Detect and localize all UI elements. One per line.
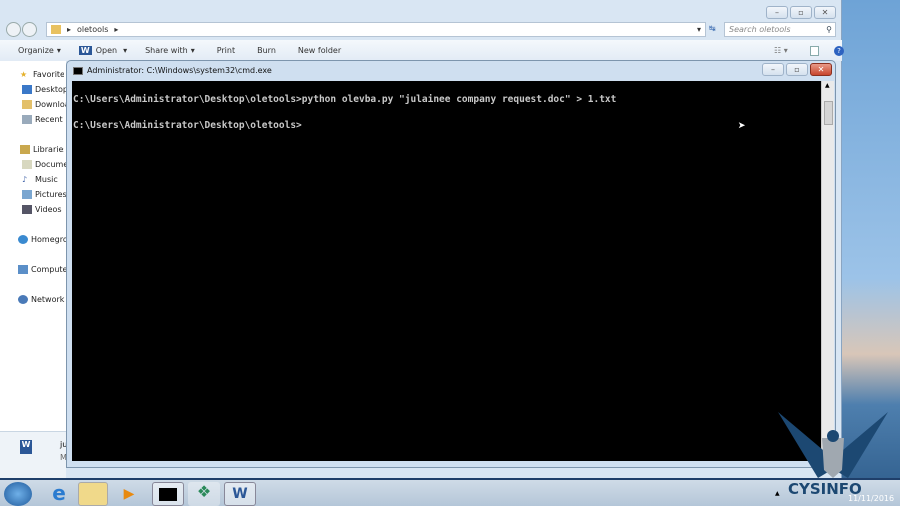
organize-button[interactable]: Organize: [18, 46, 54, 55]
python-tool-icon[interactable]: ❖: [188, 482, 220, 506]
desktop-icon: [22, 85, 32, 94]
sidebar-item-desktop[interactable]: Desktop: [22, 85, 66, 94]
cmd-scrollbar[interactable]: ▲: [821, 81, 834, 461]
preview-pane-icon[interactable]: [810, 45, 819, 56]
sidebar-item-videos[interactable]: Videos: [22, 205, 66, 214]
documents-icon: [22, 160, 32, 169]
sidebar-item-recent[interactable]: Recent Places: [22, 115, 66, 124]
scroll-thumb[interactable]: [824, 101, 833, 125]
taskbar-word-icon[interactable]: W: [224, 482, 256, 506]
cmd-maximize-button[interactable]: ▫: [786, 63, 808, 76]
internet-explorer-icon[interactable]: e: [44, 482, 74, 506]
breadcrumb-oletools[interactable]: oletools: [77, 25, 108, 34]
navigation-pane: ★ Favorites Desktop Downloads Recent Plac…: [0, 61, 66, 431]
sidebar-label: Videos: [35, 205, 62, 214]
clock-date[interactable]: 11/11/2016: [848, 494, 894, 503]
sidebar-item-homegroup[interactable]: Homegroup: [18, 235, 66, 244]
maximize-button[interactable]: ▫: [790, 6, 812, 19]
open-button[interactable]: Open: [96, 46, 117, 55]
sidebar-item-favorites[interactable]: ★ Favorites: [20, 70, 64, 79]
print-button[interactable]: Print: [217, 46, 235, 55]
sidebar-label: Documents: [35, 160, 66, 169]
address-bar[interactable]: ▸ oletools ▸ ▾: [46, 22, 706, 37]
console-output[interactable]: C:\Users\Administrator\Desktop\oletools>…: [72, 81, 821, 461]
network-icon: [18, 295, 28, 304]
refresh-icon[interactable]: ↹: [709, 24, 716, 33]
pictures-icon: [22, 190, 32, 199]
minimize-button[interactable]: –: [766, 6, 788, 19]
nav-buttons: [6, 22, 37, 37]
cmd-titlebar[interactable]: Administrator: C:\Windows\system32\cmd.e…: [73, 66, 272, 75]
word-document-icon: W: [20, 440, 32, 454]
show-hidden-icons[interactable]: ▲: [775, 490, 780, 497]
homegroup-icon: [18, 235, 28, 244]
scroll-up-icon[interactable]: ▲: [825, 82, 830, 89]
star-icon: ★: [20, 70, 28, 79]
videos-icon: [22, 205, 32, 214]
libraries-icon: [20, 145, 30, 154]
sidebar-label: Recent Places: [35, 115, 66, 124]
sidebar-label: Pictures: [35, 190, 66, 199]
sidebar-item-computer[interactable]: Computer: [18, 265, 66, 274]
media-player-icon[interactable]: ▶: [114, 482, 144, 506]
sidebar-item-music[interactable]: ♪ Music: [22, 175, 66, 184]
sidebar-item-documents[interactable]: Documents: [22, 160, 66, 169]
cmd-window: Administrator: C:\Windows\system32\cmd.e…: [66, 60, 836, 468]
console-prompt: C:\Users\Administrator\Desktop\oletools>: [73, 120, 302, 131]
cmd-minimize-button[interactable]: –: [762, 63, 784, 76]
downloads-icon: [22, 100, 32, 109]
cysinfo-eagle-logo: [778, 412, 888, 478]
sidebar-label: Network: [31, 295, 65, 304]
details-pane: W ju M: [0, 431, 67, 478]
sidebar-label: Homegroup: [31, 235, 66, 244]
sidebar-item-libraries[interactable]: Libraries: [20, 145, 64, 154]
cmd-icon: [73, 66, 83, 75]
search-input[interactable]: Search oletools ⚲: [724, 22, 836, 37]
start-button[interactable]: [4, 482, 32, 506]
sidebar-label: Music: [35, 175, 58, 184]
sidebar-label: Favorites: [33, 70, 64, 79]
new-folder-button[interactable]: New folder: [298, 46, 341, 55]
music-icon: ♪: [22, 175, 28, 184]
mouse-cursor-icon: ➤: [738, 119, 746, 134]
search-placeholder: Search oletools: [729, 25, 791, 34]
taskbar-cmd-icon[interactable]: [152, 482, 184, 506]
command-bar: Organize ▾ W Open ▾ Share with ▾ Print Burn…: [0, 40, 844, 61]
sidebar-label: Desktop: [35, 85, 66, 94]
sidebar-label: Computer: [31, 265, 66, 274]
chevron-right-icon: ▸: [114, 25, 119, 34]
console-line: C:\Users\Administrator\Desktop\oletools>…: [73, 94, 617, 105]
sidebar-label: Libraries: [33, 145, 64, 154]
search-icon: ⚲: [826, 25, 832, 34]
sidebar-label: Downloads: [35, 100, 66, 109]
word-icon: W: [78, 46, 92, 55]
cmd-close-button[interactable]: ✕: [810, 63, 832, 76]
dropdown-icon[interactable]: ▾: [697, 25, 701, 34]
help-icon[interactable]: ?: [834, 45, 844, 56]
sidebar-item-downloads[interactable]: Downloads: [22, 100, 66, 109]
computer-icon: [18, 265, 28, 274]
share-with-button[interactable]: Share with: [145, 46, 188, 55]
close-button[interactable]: ✕: [814, 6, 836, 19]
forward-button[interactable]: [22, 22, 37, 37]
recent-icon: [22, 115, 32, 124]
folder-icon: [51, 25, 61, 34]
taskbar: e ▶ ❖ W ▲: [0, 478, 900, 506]
sidebar-item-network[interactable]: Network: [18, 295, 66, 304]
view-options-icon[interactable]: ☷ ▾: [774, 46, 788, 55]
back-button[interactable]: [6, 22, 21, 37]
explorer-window-controls: – ▫ ✕: [766, 6, 836, 19]
file-explorer-icon[interactable]: [78, 482, 108, 506]
burn-button[interactable]: Burn: [257, 46, 276, 55]
chevron-right-icon: ▸: [67, 25, 72, 34]
cmd-title: Administrator: C:\Windows\system32\cmd.e…: [87, 66, 272, 75]
sidebar-item-pictures[interactable]: Pictures: [22, 190, 66, 199]
